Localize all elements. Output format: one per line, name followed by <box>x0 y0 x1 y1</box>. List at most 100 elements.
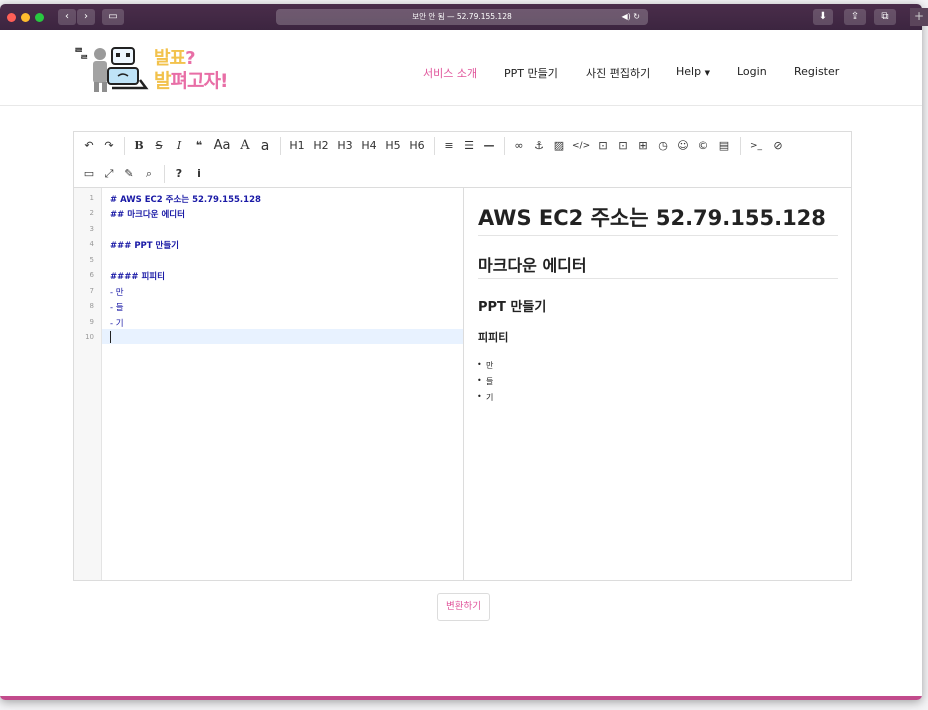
nav-service-intro[interactable]: 서비스 소개 <box>423 65 477 81</box>
table-icon[interactable]: ⊞ <box>636 137 650 155</box>
anchor-icon[interactable]: ⚓ <box>532 137 546 155</box>
back-icon[interactable]: ‹ <box>58 9 76 25</box>
minimize-window-button[interactable] <box>21 13 30 22</box>
address-bar[interactable]: 보안 안 됨 — 52.79.155.128 ◀) ↻ <box>276 9 648 25</box>
window-bottom-border <box>0 696 922 700</box>
code-line: - 만 <box>110 288 124 298</box>
italic-button[interactable]: I <box>172 137 186 155</box>
logo-line2-text: 발 <box>154 70 172 92</box>
download-icon[interactable]: ⬇ <box>813 9 833 25</box>
h4-button[interactable]: H4 <box>360 137 378 155</box>
markdown-preview: AWS EC2 주소는 52.79.155.128 마크다운 에디터 PPT 만… <box>464 188 851 580</box>
nav-help[interactable]: Help ▼ <box>676 65 710 78</box>
preview-heading-1: AWS EC2 주소는 52.79.155.128 <box>478 206 826 230</box>
nav-help-label: Help <box>676 65 702 78</box>
line-number: 9 <box>89 318 94 326</box>
emoji-icon[interactable]: ☺ <box>676 137 690 155</box>
line-number: 6 <box>89 271 94 279</box>
uppercase-button[interactable]: A <box>238 137 252 155</box>
lowercase-button[interactable]: a <box>258 137 272 155</box>
preview-heading-2: 마크다운 에디터 <box>478 256 587 275</box>
desktop-background: ‹ › ▭ 보안 안 됨 — 52.79.155.128 ◀) ↻ ⬇ ⇪ ⧉ … <box>0 0 928 710</box>
h2-button[interactable]: H2 <box>312 137 330 155</box>
line-number: 1 <box>89 194 94 202</box>
line-number: 5 <box>89 256 94 264</box>
preformatted-icon[interactable]: ⊡ <box>616 137 630 155</box>
quote-icon[interactable]: ❝ <box>192 137 206 155</box>
horizontal-rule-icon[interactable]: — <box>482 137 496 155</box>
code-line: ## 마크다운 에디터 <box>110 210 185 220</box>
text-cursor <box>110 331 111 343</box>
close-window-button[interactable] <box>7 13 16 22</box>
search-icon[interactable]: ⌕ <box>142 165 156 183</box>
image-icon[interactable]: ▨ <box>552 137 566 155</box>
line-number: 4 <box>89 240 94 248</box>
case-button[interactable]: Aa <box>212 137 232 155</box>
nav-login[interactable]: Login <box>737 65 767 78</box>
strikethrough-button[interactable]: S <box>152 137 166 155</box>
preview-heading-3: PPT 만들기 <box>478 300 547 315</box>
new-tab-button[interactable]: + <box>910 8 928 26</box>
ordered-list-icon[interactable]: ☰ <box>462 137 476 155</box>
code-line: - 기 <box>110 319 124 329</box>
robot-laptop-icon: ᄅ ᄅ <box>74 47 149 92</box>
preview-rule <box>478 235 838 236</box>
nav-photo-edit[interactable]: 사진 편집하기 <box>586 65 650 81</box>
code-block-icon[interactable]: ⊡ <box>596 137 610 155</box>
editor-toolbar: ↶ ↷ B S I ❝ Aa A a H1 H2 H3 H4 H5 H6 ≡ ☰ <box>74 132 851 188</box>
nav-ppt[interactable]: PPT 만들기 <box>504 65 558 81</box>
redo-icon[interactable]: ↷ <box>102 137 116 155</box>
nav-register[interactable]: Register <box>794 65 839 78</box>
info-icon[interactable]: i <box>192 165 206 183</box>
line-number: 8 <box>89 302 94 310</box>
markdown-editor: ↶ ↷ B S I ❝ Aa A a H1 H2 H3 H4 H5 H6 ≡ ☰ <box>73 131 852 581</box>
line-number-gutter: 1 2 3 4 5 6 7 8 9 10 <box>74 188 102 580</box>
preview-rule <box>478 278 838 279</box>
line-number: 3 <box>89 225 94 233</box>
html-entities-icon[interactable]: © <box>696 137 710 155</box>
share-icon[interactable]: ⇪ <box>844 9 866 25</box>
clear-icon[interactable]: ✎ <box>122 165 136 183</box>
unordered-list-icon[interactable]: ≡ <box>442 137 456 155</box>
h1-button[interactable]: H1 <box>288 137 306 155</box>
help-icon[interactable]: ? <box>172 165 186 183</box>
address-text: 보안 안 됨 — 52.79.155.128 <box>412 12 512 21</box>
h5-button[interactable]: H5 <box>384 137 402 155</box>
convert-button[interactable]: 변환하기 <box>437 593 490 621</box>
pagebreak-icon[interactable]: ▤ <box>716 137 732 155</box>
hide-preview-icon[interactable]: ⊘ <box>770 137 786 155</box>
undo-icon[interactable]: ↶ <box>82 137 96 155</box>
fullscreen-icon[interactable]: ⤢ <box>102 165 116 183</box>
link-icon[interactable]: ∞ <box>512 137 526 155</box>
reload-icon[interactable]: ↻ <box>633 12 640 21</box>
svg-text:ᄅ: ᄅ <box>80 54 88 65</box>
markdown-input[interactable]: # AWS EC2 주소는 52.79.155.128 ## 마크다운 에디터 … <box>102 188 463 580</box>
logo-line2-pink: 펴고자! <box>170 70 228 92</box>
sidebar-icon[interactable]: ▭ <box>102 9 124 25</box>
line-number: 7 <box>89 287 94 295</box>
tabs-icon[interactable]: ⧉ <box>874 9 896 25</box>
h6-button[interactable]: H6 <box>408 137 426 155</box>
watch-icon[interactable]: ▭ <box>82 165 96 183</box>
code-line: #### 피피티 <box>110 272 165 282</box>
code-icon[interactable]: </> <box>572 137 590 155</box>
audio-icon[interactable]: ◀) <box>621 12 630 21</box>
caret-down-icon: ▼ <box>704 69 710 77</box>
browser-titlebar: ‹ › ▭ 보안 안 됨 — 52.79.155.128 ◀) ↻ ⬇ ⇪ ⧉ <box>0 4 922 30</box>
h3-button[interactable]: H3 <box>336 137 354 155</box>
code-line: ### PPT 만들기 <box>110 241 180 251</box>
site-logo[interactable]: ᄅ ᄅ 발표? 발펴고자! <box>72 42 242 94</box>
active-line-highlight <box>102 329 463 344</box>
code-line: # AWS EC2 주소는 52.79.155.128 <box>110 195 261 205</box>
preview-list-item: 기 <box>477 392 494 403</box>
preview-heading-4: 피피티 <box>478 331 509 344</box>
line-number: 2 <box>89 209 94 217</box>
code-line: - 들 <box>110 303 124 313</box>
site-header: ᄅ ᄅ 발표? 발펴고자! 서비스 소개 PPT 만들기 사진 편집하기 Hel… <box>0 30 922 106</box>
zoom-window-button[interactable] <box>35 13 44 22</box>
preview-list-item: 만 <box>477 360 494 371</box>
bold-button[interactable]: B <box>132 137 146 155</box>
forward-icon[interactable]: › <box>77 9 95 25</box>
datetime-icon[interactable]: ◷ <box>656 137 670 155</box>
terminal-icon[interactable]: >_ <box>748 137 764 155</box>
